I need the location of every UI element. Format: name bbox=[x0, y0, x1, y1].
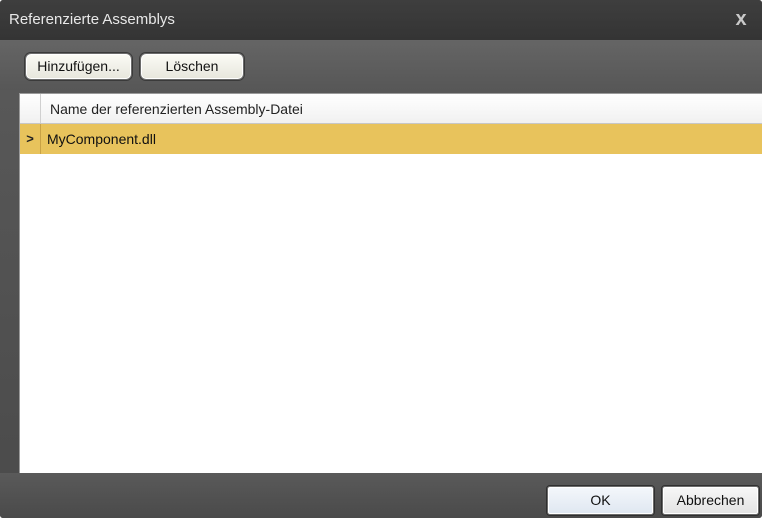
assembly-name-cell[interactable]: MyComponent.dll bbox=[47, 131, 156, 147]
add-button[interactable]: Hinzufügen... bbox=[25, 53, 132, 80]
close-icon[interactable]: x bbox=[730, 8, 752, 30]
ok-button[interactable]: OK bbox=[547, 486, 654, 515]
grid-header: Name der referenzierten Assembly-Datei bbox=[20, 94, 762, 124]
table-row[interactable]: > MyComponent.dll bbox=[20, 124, 762, 154]
title-bar: Referenzierte Assemblys x bbox=[0, 0, 762, 40]
column-header-assembly-name[interactable]: Name der referenzierten Assembly-Datei bbox=[50, 101, 303, 117]
current-row-indicator-icon: > bbox=[20, 124, 41, 154]
assembly-grid[interactable]: Name der referenzierten Assembly-Datei >… bbox=[19, 93, 762, 473]
dialog-title: Referenzierte Assemblys bbox=[9, 11, 175, 28]
row-header-corner bbox=[20, 94, 41, 123]
referenced-assemblies-dialog: Referenzierte Assemblys x Hinzufügen... … bbox=[0, 0, 762, 518]
delete-button[interactable]: Löschen bbox=[140, 53, 244, 80]
cancel-button[interactable]: Abbrechen bbox=[662, 486, 759, 515]
